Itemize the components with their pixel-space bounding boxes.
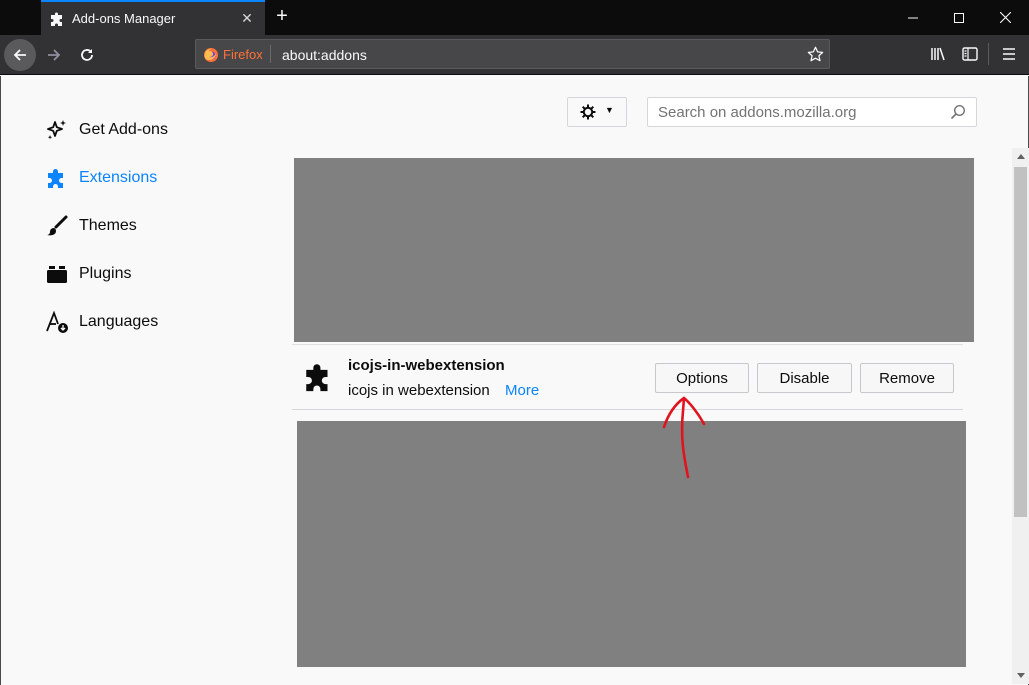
vertical-scrollbar[interactable] [1012, 148, 1029, 684]
identity-label[interactable]: Firefox [223, 47, 263, 62]
bookmark-star-icon[interactable] [807, 46, 824, 63]
addon-description: icojs in webextension [348, 382, 490, 399]
redacted-region [297, 421, 966, 667]
back-arrow-icon[interactable] [4, 39, 36, 71]
new-tab-icon[interactable]: + [272, 6, 292, 26]
window-close-icon[interactable] [982, 0, 1028, 35]
library-icon[interactable] [929, 45, 947, 63]
scroll-down-icon[interactable] [1012, 667, 1029, 684]
puzzle-icon [306, 364, 328, 392]
search-input[interactable] [648, 98, 948, 126]
reload-icon[interactable] [71, 39, 103, 71]
tools-menu-button[interactable]: ▼ [567, 97, 627, 127]
maximize-icon[interactable] [936, 0, 982, 35]
category-get-addons[interactable]: Get Add-ons [45, 115, 245, 145]
forward-arrow-icon[interactable] [38, 39, 70, 71]
category-languages[interactable]: Languages [45, 307, 245, 337]
languages-icon [46, 310, 68, 333]
get-addons-icon [47, 120, 66, 140]
url-text[interactable]: about:addons [282, 47, 367, 63]
search-icon[interactable] [950, 104, 966, 120]
category-label: Plugins [79, 265, 132, 282]
options-button[interactable]: Options [655, 363, 749, 393]
url-bar[interactable]: Firefox about:addons [195, 39, 830, 69]
category-label: Extensions [79, 169, 158, 186]
more-link[interactable]: More [505, 382, 539, 399]
category-label: Get Add-ons [79, 121, 168, 138]
redacted-region [294, 158, 974, 342]
scroll-thumb[interactable] [1014, 167, 1027, 517]
category-plugins[interactable]: Plugins [45, 259, 245, 289]
url-separator [270, 45, 271, 63]
puzzle-icon [51, 12, 62, 26]
tab-close-icon[interactable]: ✕ [239, 10, 255, 26]
gear-icon [580, 104, 596, 120]
themes-icon [47, 215, 68, 236]
category-label: Themes [79, 217, 137, 234]
navigation-toolbar: Firefox about:addons [0, 35, 1029, 75]
toolbar-separator [988, 43, 989, 65]
tab-strip: Add-ons Manager ✕ + [0, 0, 1029, 35]
annotation-arrow [662, 396, 706, 479]
remove-button[interactable]: Remove [860, 363, 954, 393]
tab-addons-manager[interactable]: Add-ons Manager ✕ [41, 0, 265, 35]
category-label: Languages [79, 313, 159, 330]
search-box[interactable] [647, 97, 977, 127]
addon-item[interactable]: icojs-in-webextension icojs in webextens… [292, 344, 963, 410]
sidebar-toggle-icon[interactable] [961, 45, 979, 63]
category-extensions[interactable]: Extensions [45, 163, 245, 193]
addons-content: Get Add-ons Extensions Themes Plugins La… [0, 76, 1029, 685]
extensions-icon [48, 169, 63, 188]
category-themes[interactable]: Themes [45, 211, 245, 241]
chevron-down-icon: ▼ [605, 105, 614, 115]
addon-name: icojs-in-webextension [348, 357, 505, 374]
plugins-icon [47, 266, 67, 283]
minimize-icon[interactable] [890, 0, 936, 35]
scroll-up-icon[interactable] [1012, 148, 1029, 165]
firefox-logo-icon [204, 48, 218, 62]
hamburger-menu-icon[interactable] [1000, 45, 1018, 63]
disable-button[interactable]: Disable [757, 363, 852, 393]
tab-title: Add-ons Manager [72, 11, 176, 26]
